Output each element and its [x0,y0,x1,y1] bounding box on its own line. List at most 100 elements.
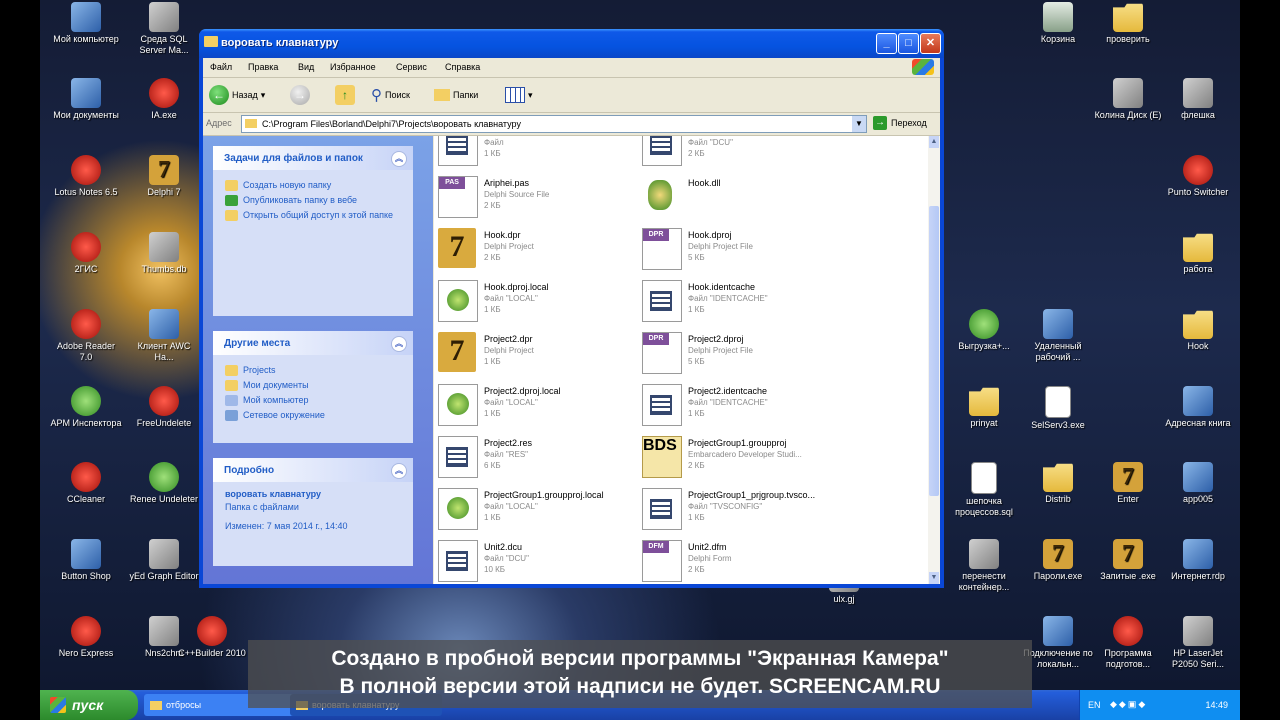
address-dropdown-icon[interactable]: ▼ [852,116,866,132]
vertical-scrollbar[interactable]: ▲ ▼ [928,136,940,584]
desktop-icon[interactable]: работа [1162,232,1234,275]
desktop-icon[interactable]: Renee Undeleter [128,462,200,505]
scroll-up-icon[interactable]: ▲ [929,136,939,148]
minimize-button[interactable]: _ [876,33,897,54]
search-button[interactable]: ⚲ Поиск [371,85,410,105]
menu-tools[interactable]: Сервис [396,62,427,72]
file-item[interactable]: Project2.dproj.local Файл "LOCAL" 1 КБ [438,380,638,428]
language-indicator[interactable]: EN [1088,700,1101,710]
tasks-item[interactable]: Создать новую папку [225,180,403,191]
desktop-icon[interactable]: Корзина [1022,2,1094,45]
places-item[interactable]: Projects [225,365,403,376]
desktop-icon[interactable]: prinyat [948,386,1020,429]
desktop-icon[interactable]: FreeUndelete [128,386,200,429]
file-item[interactable]: Файл "DCU" 2 КБ [642,136,842,168]
file-item[interactable]: DFM Unit2.dfm Delphi Form 2 КБ [642,536,842,584]
places-header[interactable]: Другие места ︽ [213,331,413,355]
file-item[interactable]: DPR Hook.dproj Delphi Project File 5 КБ [642,224,842,272]
desktop-icon[interactable]: Выгрузка+... [948,309,1020,352]
tasks-item[interactable]: Опубликовать папку в вебе [225,195,403,206]
desktop-icon[interactable]: Hook [1162,309,1234,352]
details-header[interactable]: Подробно ︽ [213,458,413,482]
desktop-icon[interactable]: Клиент AWC Ha... [128,309,200,363]
desktop-icon[interactable]: yEd Graph Editor [128,539,200,582]
menu-favorites[interactable]: Избранное [330,62,376,72]
desktop-icon[interactable]: Nero Express [50,616,122,659]
title-bar[interactable]: воровать клавнатуру _ □ ✕ [199,29,944,58]
menu-edit[interactable]: Правка [248,62,278,72]
go-button[interactable]: → Переход [873,116,927,130]
file-item[interactable]: ProjectGroup1.groupproj.local Файл "LOCAL… [438,484,638,532]
file-item[interactable]: 7 Hook.dpr Delphi Project 2 КБ [438,224,638,272]
up-button[interactable]: ↑ [335,85,355,105]
desktop-icon[interactable]: CCleaner [50,462,122,505]
desktop-icon[interactable]: 2ГИС [50,232,122,275]
places-item[interactable]: Сетевое окружение [225,410,403,421]
desktop-icon[interactable]: 7 Запитые .exe [1092,539,1164,582]
desktop-icon[interactable]: IA.exe [128,78,200,121]
file-item[interactable]: Файл 1 КБ [438,136,638,168]
desktop-icon[interactable]: SelServ3.exe [1022,386,1094,431]
desktop-icon[interactable]: шепочка процессов.sql [948,462,1020,518]
desktop-icon-label: Мой компьютер [53,34,119,44]
address-field[interactable]: C:\Program Files\Borland\Delphi7\Project… [241,115,867,133]
scroll-thumb[interactable] [929,206,939,496]
desktop-icon[interactable]: 7 Delphi 7 [128,155,200,198]
desktop-icon[interactable]: Lotus Notes 6.5 [50,155,122,198]
desktop-icon[interactable]: Среда SQL Server Ma... [128,2,200,56]
file-item[interactable]: 7 Project2.dpr Delphi Project 1 КБ [438,328,638,376]
tasks-header[interactable]: Задачи для файлов и папок ︽ [213,146,413,170]
file-item[interactable]: DPR Project2.dproj Delphi Project File 5 КБ [642,328,842,376]
menu-help[interactable]: Справка [445,62,480,72]
file-item[interactable]: Hook.identcache Файл "IDENTCACHE" 1 КБ [642,276,842,324]
desktop-icon[interactable]: app005 [1162,462,1234,505]
desktop-icon[interactable]: Удаленный рабочий ... [1022,309,1094,363]
file-item[interactable]: Unit2.dcu Файл "DCU" 10 КБ [438,536,638,584]
desktop-icon[interactable]: Колина Диск (E) [1092,78,1164,121]
desktop-icon[interactable]: HP LaserJet P2050 Seri... [1162,616,1234,670]
menu-view[interactable]: Вид [298,62,314,72]
desktop-icon[interactable]: C++Builder 2010 [176,616,248,659]
scroll-down-icon[interactable]: ▼ [929,572,939,584]
folders-button[interactable]: Папки [434,85,478,105]
tray-icons[interactable]: ◆◆▣◆ [1110,699,1147,710]
desktop-icon[interactable]: проверить [1092,2,1164,45]
desktop-icon[interactable]: Программа подготов... [1092,616,1164,670]
menu-file[interactable]: Файл [210,62,232,72]
desktop-icon[interactable]: Мой компьютер [50,2,122,45]
desktop-icon[interactable]: перенести контейнер... [948,539,1020,593]
desktop-icon[interactable]: Подключение по локальн... [1022,616,1094,670]
tasks-item[interactable]: Открыть общий доступ к этой папке [225,210,403,221]
desktop-icon[interactable]: 7 Enter [1092,462,1164,505]
file-item[interactable]: BDS ProjectGroup1.groupproj Embarcadero De… [642,432,842,480]
file-item[interactable]: Hook.dll [642,172,842,220]
file-item[interactable]: Hook.dproj.local Файл "LOCAL" 1 КБ [438,276,638,324]
places-item[interactable]: Мои документы [225,380,403,391]
file-item[interactable]: ProjectGroup1_prjgroup.tvsco... Файл "TVS… [642,484,842,532]
desktop-icon[interactable]: Punto Switcher [1162,155,1234,198]
collapse-icon[interactable]: ︽ [391,151,407,167]
close-button[interactable]: ✕ [920,33,941,54]
desktop-icon[interactable]: флешка [1162,78,1234,121]
views-button[interactable]: ▾ [505,85,533,105]
desktop-icon[interactable]: 7 Пароли.exe [1022,539,1094,582]
desktop-icon[interactable]: Thumbs.db [128,232,200,275]
collapse-icon[interactable]: ︽ [391,463,407,479]
desktop-icon[interactable]: Adobe Reader 7.0 [50,309,122,363]
desktop-icon[interactable]: Адресная книга [1162,386,1234,429]
file-item[interactable]: Project2.identcache Файл "IDENTCACHE" 1 КБ [642,380,842,428]
file-item[interactable]: PAS Ariphei.pas Delphi Source File 2 КБ [438,172,638,220]
collapse-icon[interactable]: ︽ [391,336,407,352]
forward-button[interactable]: → [290,85,310,105]
desktop-icon[interactable]: Button Shop [50,539,122,582]
desktop-icon[interactable]: Интернет.rdp [1162,539,1234,582]
desktop-icon[interactable]: APM Инспектора [50,386,122,429]
places-item[interactable]: Мой компьютер [225,395,403,406]
start-button[interactable]: пуск [40,690,138,720]
back-button[interactable]: ← Назад ▾ [209,85,265,105]
maximize-button[interactable]: □ [898,33,919,54]
desktop-icon[interactable]: Мои документы [50,78,122,121]
desktop-icon[interactable]: Distrib [1022,462,1094,505]
file-name: Ariphei.pas [484,178,530,188]
file-item[interactable]: Project2.res Файл "RES" 6 КБ [438,432,638,480]
